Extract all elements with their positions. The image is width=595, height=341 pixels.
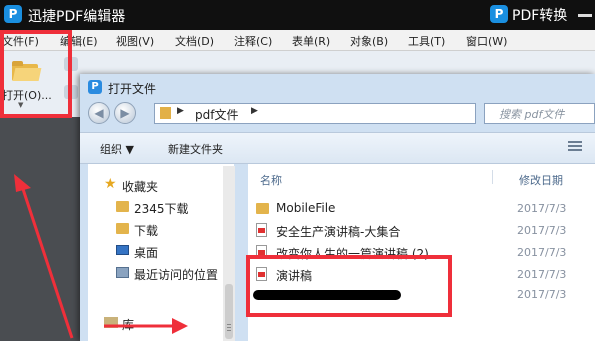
annotation-arrow-up-head xyxy=(14,174,31,192)
annotation-arrow-up-line xyxy=(20,185,74,339)
annotation-arrow-right-head xyxy=(172,318,188,334)
annotation-arrows xyxy=(14,174,188,339)
